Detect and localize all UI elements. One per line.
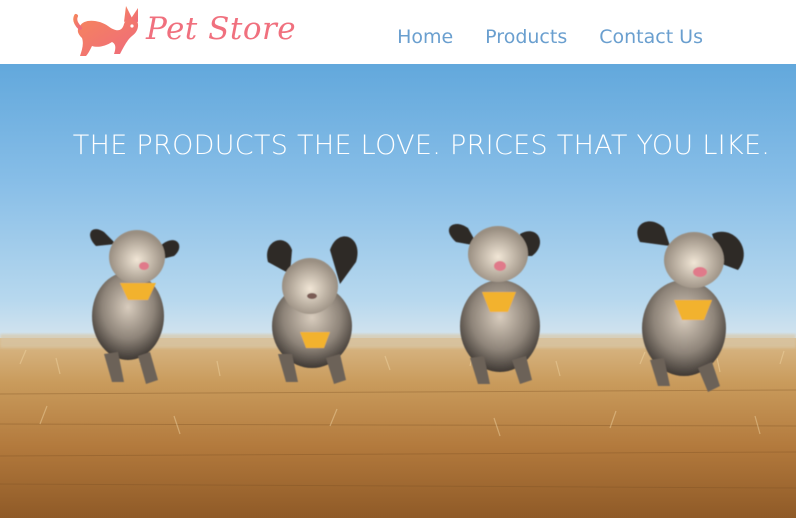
logo-text: Pet Store [146, 11, 297, 47]
hero-banner: THE PRODUCTS THE LOVE. PRICES THAT YOU L… [0, 64, 796, 518]
nav-home-link[interactable]: Home [397, 23, 453, 51]
hero-headline: THE PRODUCTS THE LOVE. PRICES THAT YOU L… [72, 130, 771, 161]
site-header: Pet Store Home Products Contact Us [0, 0, 796, 64]
nav-contact-link[interactable]: Contact Us [599, 23, 703, 51]
logo-link[interactable]: Pet Store [72, 2, 296, 60]
main-nav: Home Products Contact Us [397, 23, 703, 51]
puppy-icon [73, 6, 139, 56]
nav-products-link[interactable]: Products [485, 23, 567, 51]
